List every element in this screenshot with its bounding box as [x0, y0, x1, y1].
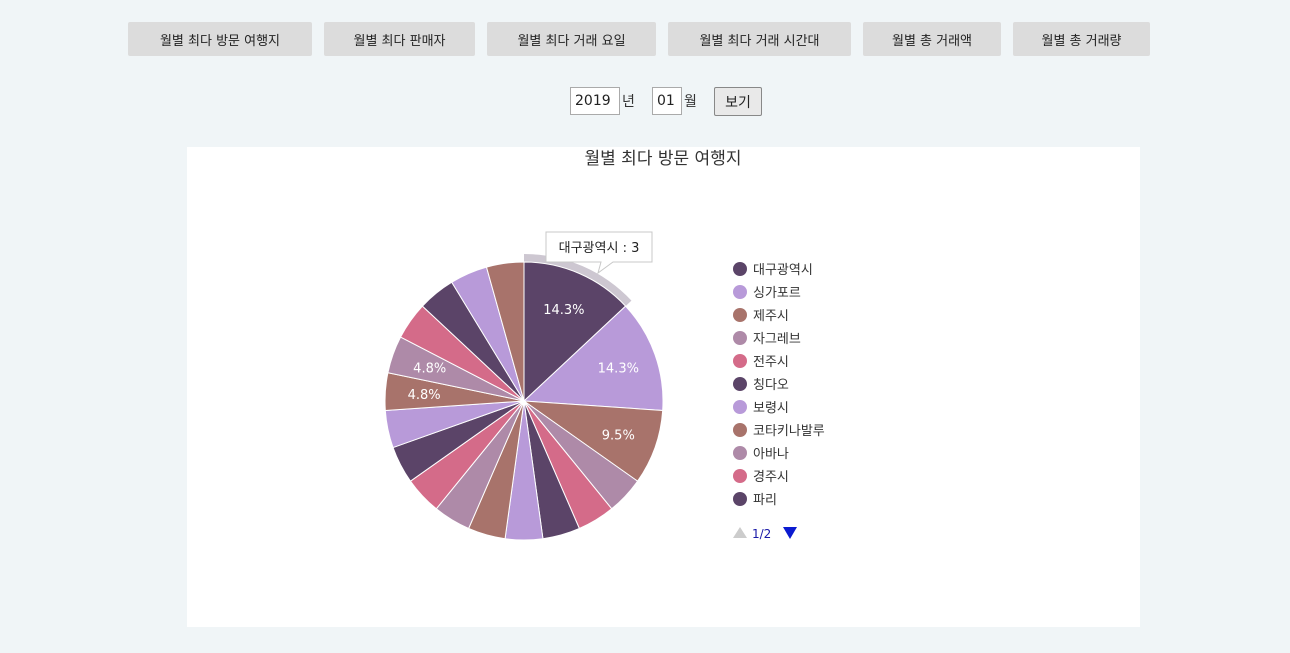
tab-monthly-top-destination[interactable]: 월별 최다 방문 여행지: [128, 22, 312, 56]
legend-item-label[interactable]: 칭다오: [753, 378, 789, 393]
legend-item-label[interactable]: 보령시: [753, 401, 789, 416]
year-input[interactable]: [570, 87, 620, 115]
legend-item-label[interactable]: 코타키나발루: [753, 424, 825, 439]
legend-item-label[interactable]: 전주시: [753, 355, 789, 370]
pie-chart: 월별 최다 방문 여행지 14.3% 14.3% 9.5% 4.8% 4.8% 대구광역…: [384, 149, 825, 541]
tab-monthly-total-amount[interactable]: 월별 총 거래액: [863, 22, 1001, 56]
slice-percent-label: 14.3%: [598, 361, 639, 376]
chart-title: 월별 최다 방문 여행지: [585, 149, 742, 169]
month-label: 월: [684, 94, 697, 110]
chart-panel: 월별 최다 방문 여행지 14.3% 14.3% 9.5% 4.8% 4.8% 대구광역…: [187, 147, 1140, 627]
legend-item-label[interactable]: 아바나: [753, 447, 789, 462]
legend-marker[interactable]: [733, 446, 747, 460]
legend-marker[interactable]: [733, 377, 747, 391]
legend-item-label[interactable]: 자그레브: [753, 332, 801, 347]
legend-page-up-icon[interactable]: [733, 527, 747, 538]
legend-item-label[interactable]: 대구광역시: [753, 263, 813, 278]
year-label: 년: [622, 94, 635, 110]
tooltip-text: 대구광역시 : 3: [559, 241, 640, 256]
legend-item-label[interactable]: 경주시: [753, 470, 789, 485]
month-input[interactable]: [652, 87, 682, 115]
slice-percent-label: 4.8%: [408, 388, 441, 403]
tab-monthly-top-weekday[interactable]: 월별 최다 거래 요일: [487, 22, 656, 56]
legend-page-down-icon[interactable]: [783, 527, 797, 539]
legend-marker[interactable]: [733, 285, 747, 299]
legend-marker[interactable]: [733, 492, 747, 506]
tab-monthly-top-timeslot[interactable]: 월별 최다 거래 시간대: [668, 22, 851, 56]
legend-marker[interactable]: [733, 469, 747, 483]
legend-item-label[interactable]: 싱가포르: [753, 286, 801, 301]
tab-monthly-total-volume[interactable]: 월별 총 거래량: [1013, 22, 1150, 56]
tab-monthly-top-seller[interactable]: 월별 최다 판매자: [324, 22, 475, 56]
legend-page-indicator: 1/2: [752, 527, 771, 541]
legend-marker[interactable]: [733, 331, 747, 345]
legend-item-label[interactable]: 파리: [753, 493, 777, 508]
legend-marker[interactable]: [733, 354, 747, 368]
tab-bar: 월별 최다 방문 여행지 월별 최다 판매자 월별 최다 거래 요일 월별 최다…: [0, 22, 1290, 56]
view-button[interactable]: 보기: [714, 87, 762, 116]
legend-marker[interactable]: [733, 262, 747, 276]
legend-marker[interactable]: [733, 423, 747, 437]
slice-percent-label: 4.8%: [413, 361, 446, 376]
legend-marker[interactable]: [733, 308, 747, 322]
legend-item-label[interactable]: 제주시: [753, 309, 789, 324]
slice-percent-label: 14.3%: [543, 303, 584, 318]
slice-percent-label: 9.5%: [602, 429, 635, 444]
legend-marker[interactable]: [733, 400, 747, 414]
legend: 대구광역시싱가포르제주시자그레브전주시칭다오보령시코타키나발루아바나경주시파리 1…: [733, 262, 825, 541]
